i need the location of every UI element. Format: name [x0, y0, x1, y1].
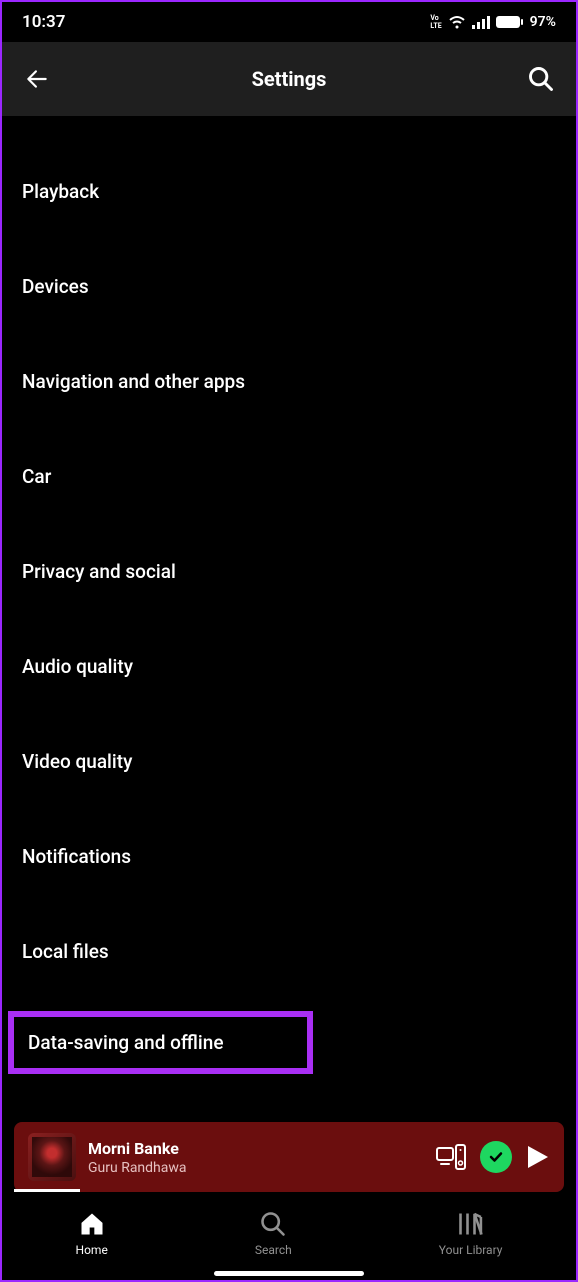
wifi-icon — [448, 15, 466, 29]
setting-item-notifications[interactable]: Notifications — [2, 827, 576, 886]
status-time: 10:37 — [22, 12, 65, 32]
status-bar: 10:37 VoLTE 97% — [2, 2, 576, 42]
now-playing-bar[interactable]: Morni Banke Guru Randhawa — [14, 1122, 564, 1192]
home-indicator[interactable] — [214, 1271, 364, 1276]
nav-home[interactable]: Home — [76, 1209, 108, 1257]
connect-device-icon[interactable] — [436, 1144, 466, 1170]
setting-item-audio[interactable]: Audio quality — [2, 637, 576, 696]
setting-item-video[interactable]: Video quality — [2, 732, 576, 791]
search-icon — [527, 65, 555, 93]
track-title: Morni Banke — [88, 1139, 436, 1158]
volte-icon: VoLTE — [430, 14, 441, 30]
settings-list: Playback Devices Navigation and other ap… — [2, 116, 576, 1243]
setting-label: Navigation and other apps — [22, 370, 245, 393]
nav-library[interactable]: Your Library — [439, 1209, 503, 1257]
setting-item-car[interactable]: Car — [2, 447, 576, 506]
arrow-left-icon — [24, 66, 50, 92]
downloaded-badge[interactable] — [480, 1141, 512, 1173]
setting-label: Playback — [22, 180, 99, 203]
setting-item-playback[interactable]: Playback — [2, 162, 576, 221]
back-button[interactable] — [20, 62, 54, 96]
setting-item-privacy[interactable]: Privacy and social — [2, 542, 576, 601]
setting-item-navigation[interactable]: Navigation and other apps — [2, 352, 576, 411]
nav-label: Search — [255, 1243, 292, 1257]
status-right: VoLTE 97% — [430, 14, 556, 30]
setting-label: Video quality — [22, 750, 132, 773]
nav-label: Your Library — [439, 1243, 503, 1257]
setting-label: Audio quality — [22, 655, 133, 678]
bottom-nav: Home Search Your Library — [2, 1192, 576, 1280]
play-icon[interactable] — [526, 1144, 550, 1170]
setting-label: Local files — [22, 940, 109, 963]
search-button[interactable] — [524, 62, 558, 96]
setting-item-local[interactable]: Local files — [2, 922, 576, 981]
setting-item-data-saving[interactable]: Data-saving and offline — [8, 1011, 313, 1074]
battery-percent: 97% — [530, 14, 556, 30]
nav-label: Home — [76, 1243, 108, 1257]
battery-icon — [496, 15, 524, 29]
setting-label: Privacy and social — [22, 560, 176, 583]
library-icon — [457, 1210, 485, 1238]
page-title: Settings — [2, 67, 576, 91]
setting-label: Notifications — [22, 845, 131, 868]
search-icon — [259, 1210, 287, 1238]
setting-label: Data-saving and offline — [28, 1031, 224, 1054]
nav-search[interactable]: Search — [255, 1209, 292, 1257]
setting-label: Devices — [22, 275, 89, 298]
now-playing-controls — [436, 1141, 550, 1173]
signal-icon — [472, 15, 490, 29]
album-art — [28, 1133, 76, 1181]
check-icon — [487, 1148, 505, 1166]
setting-label: Car — [22, 465, 51, 488]
home-icon — [78, 1210, 106, 1238]
setting-item-devices[interactable]: Devices — [2, 257, 576, 316]
header: Settings — [2, 42, 576, 116]
track-artist: Guru Randhawa — [88, 1160, 436, 1176]
track-info: Morni Banke Guru Randhawa — [88, 1139, 436, 1176]
